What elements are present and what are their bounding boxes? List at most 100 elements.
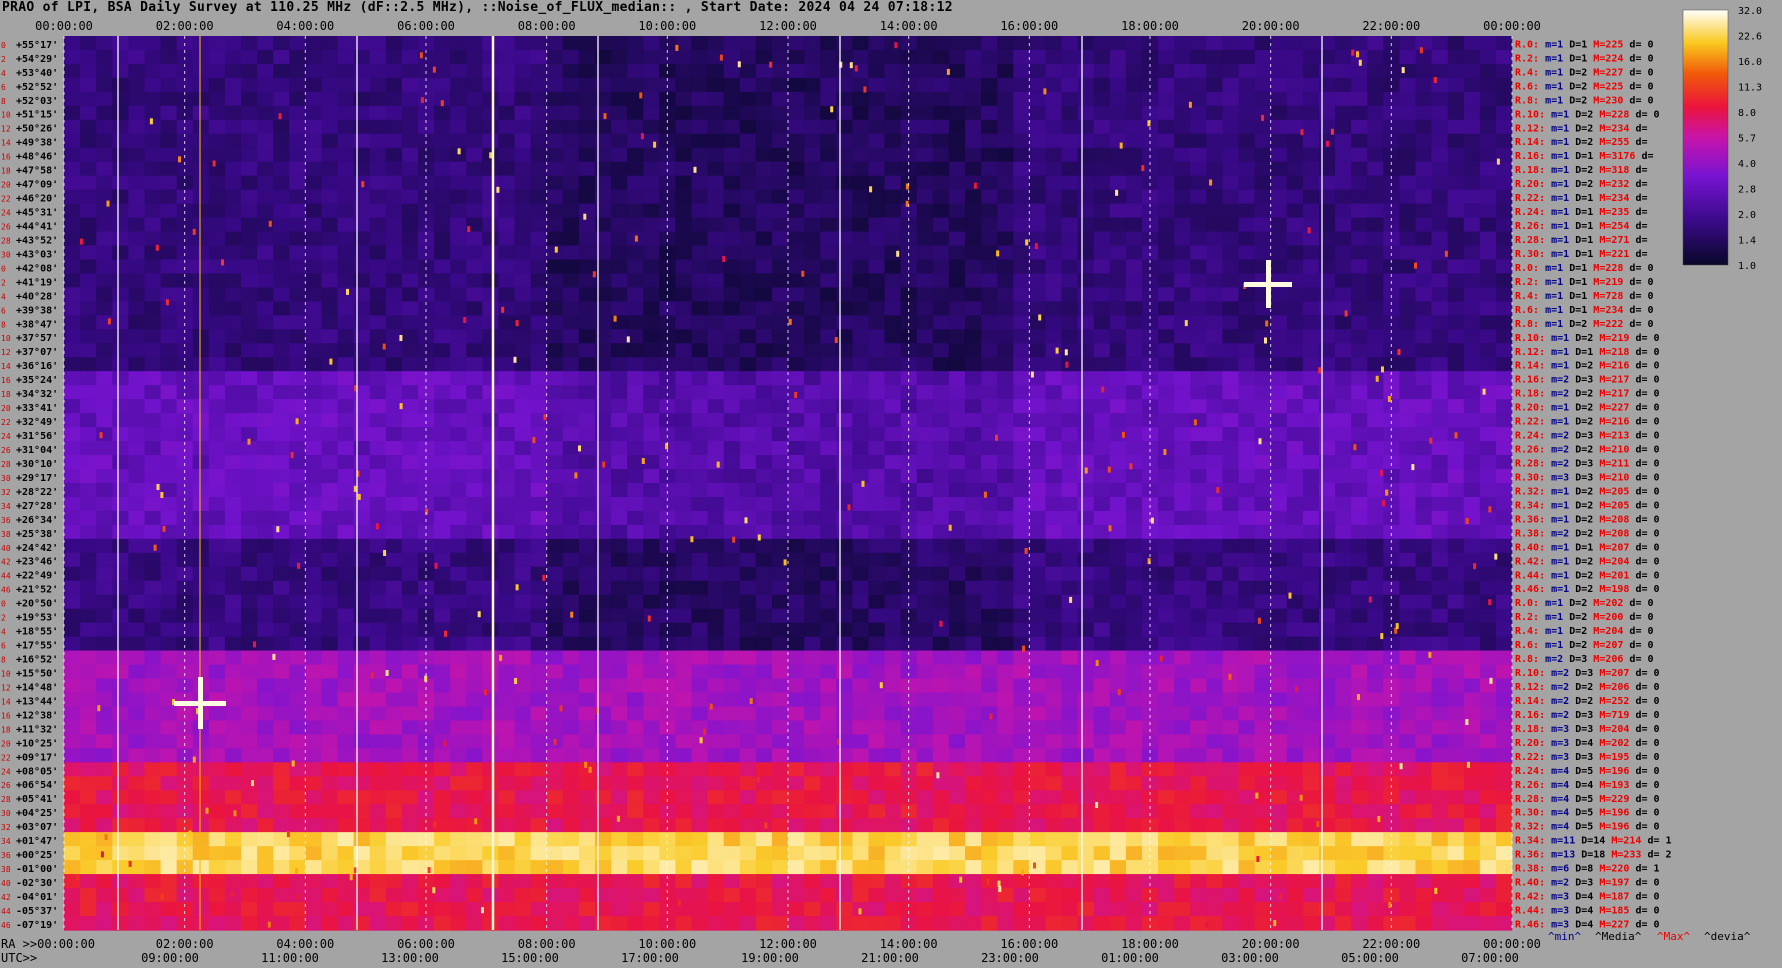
heatmap-cell (1495, 273, 1513, 289)
heatmap-cell (1415, 189, 1432, 205)
heatmap-cell (1013, 790, 1030, 805)
heatmap-cell (788, 147, 805, 163)
heatmap-cell (916, 427, 934, 442)
heatmap-cell (723, 706, 741, 722)
heatmap-cell (707, 189, 725, 205)
heatmap-cell (627, 287, 644, 303)
heatmap-cell (562, 161, 580, 177)
heatmap-cell (1222, 119, 1239, 135)
heatmap-cell (1045, 441, 1062, 456)
heatmap-cell (1447, 217, 1465, 233)
heatmap-cell (771, 399, 789, 414)
heatmap-cell (578, 594, 596, 610)
heatmap-cell (1093, 343, 1111, 358)
heatmap-cell (240, 385, 258, 400)
heatmap-cell (434, 329, 451, 344)
heatmap-cell (466, 455, 483, 470)
heatmap-cell (675, 119, 692, 135)
heatmap-cell (997, 119, 1014, 135)
heatmap-cell (1270, 161, 1288, 177)
heatmap-cell (224, 469, 242, 484)
heatmap-cell (1093, 622, 1111, 638)
heatmap-cell (240, 413, 258, 428)
heatmap-cell (627, 692, 644, 708)
heatmap-cell (981, 706, 998, 722)
heatmap-cell (530, 259, 548, 275)
heatmap-cell (498, 245, 515, 261)
heatmap-cell (64, 524, 81, 540)
heatmap-cell (852, 762, 869, 777)
heatmap-cell (546, 91, 564, 107)
heatmap-cell (1270, 566, 1288, 582)
heatmap-cell (1254, 455, 1272, 470)
heatmap-cell (1222, 273, 1239, 289)
heatmap-cell (691, 147, 708, 163)
heatmap-cell (305, 315, 322, 330)
heatmap-cell (1254, 510, 1272, 526)
heatmap-cell (884, 552, 902, 568)
heatmap-cell (932, 496, 950, 512)
heatmap-cell (707, 720, 725, 736)
heatmap-cell (1029, 427, 1046, 442)
heatmap-cell (948, 664, 966, 680)
heatmap-cell (1174, 301, 1191, 316)
heatmap-cell (691, 524, 708, 540)
heatmap-cell (289, 469, 306, 484)
heatmap-cell (1222, 91, 1239, 107)
heatmap-cell (916, 664, 934, 680)
heatmap-cell (530, 357, 548, 372)
heatmap-cell (1206, 343, 1223, 358)
heatmap-cell (948, 678, 966, 694)
heatmap-cell (981, 217, 998, 233)
heatmap-cell (1254, 161, 1272, 177)
heatmap-cell (739, 357, 757, 372)
heatmap-cell (1109, 273, 1127, 289)
heatmap-cell (852, 147, 869, 163)
heatmap-cell (1109, 594, 1127, 610)
heatmap-cell (289, 301, 306, 316)
heatmap-cell (739, 566, 757, 582)
heatmap-cell (1093, 427, 1111, 442)
heatmap-cell (64, 762, 81, 777)
heatmap-cell (788, 413, 805, 428)
heatmap-cell (289, 133, 306, 149)
heatmap-cell (1045, 734, 1062, 750)
heatmap-cell (1190, 329, 1207, 344)
heatmap-cell (482, 301, 499, 316)
heatmap-cell (466, 287, 483, 303)
heatmap-cell (691, 315, 708, 330)
heatmap-cell (1093, 706, 1111, 722)
heatmap-cell (562, 77, 580, 93)
heatmap-cell (868, 119, 885, 135)
heatmap-cell (240, 287, 258, 303)
heatmap-cell (1238, 650, 1255, 666)
heatmap-cell (916, 538, 934, 554)
heatmap-cell (1013, 161, 1030, 177)
heatmap-cell (1013, 273, 1030, 289)
heatmap-cell (1190, 105, 1207, 121)
heatmap-cell (273, 455, 290, 470)
heatmap-cell (916, 231, 934, 247)
heatmap-cell (707, 538, 725, 554)
heatmap-cell (932, 105, 950, 121)
heatmap-cell (916, 119, 934, 135)
heatmap-cell (1045, 273, 1062, 289)
heatmap-cell (128, 161, 145, 177)
heatmap-cell (64, 678, 81, 694)
heatmap-cell (1238, 371, 1255, 386)
heatmap-cell (112, 664, 129, 680)
heatmap-cell (1463, 483, 1481, 498)
heatmap-cell (771, 608, 789, 624)
heatmap-cell (289, 161, 306, 177)
heatmap-cell (1431, 496, 1449, 512)
heatmap-cell (852, 636, 869, 652)
heatmap-cell (1206, 748, 1223, 763)
heatmap-cell (434, 608, 451, 624)
heatmap-cell (1335, 343, 1352, 358)
heatmap-cell (884, 608, 902, 624)
heatmap-cell (1351, 469, 1368, 484)
heatmap-cell (788, 343, 805, 358)
heatmap-cell (1335, 580, 1352, 596)
heatmap-cell (852, 385, 869, 400)
heatmap-cell (1109, 748, 1127, 763)
